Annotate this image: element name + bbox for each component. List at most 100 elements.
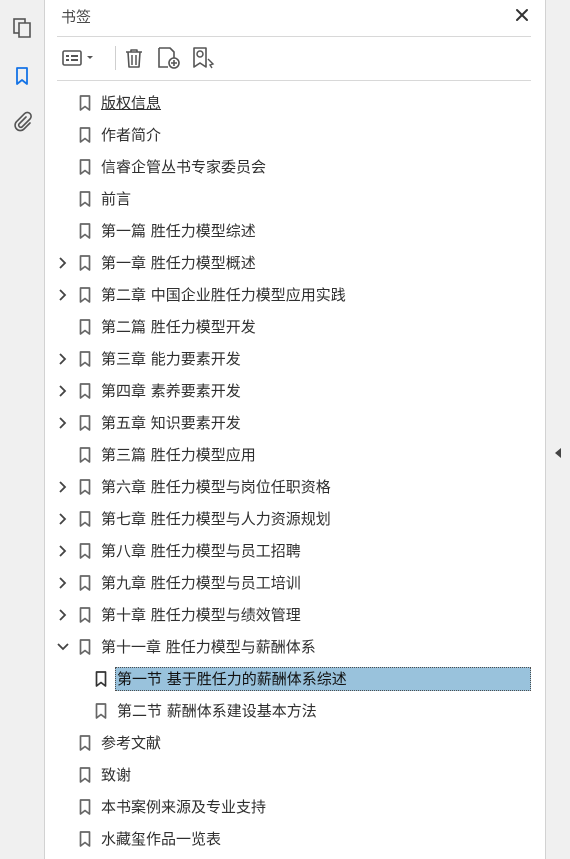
bookmark-icon <box>78 542 92 560</box>
chevron-down-icon[interactable] <box>55 639 71 655</box>
bookmark-icon <box>78 222 92 240</box>
bookmark-label[interactable]: 作者简介 <box>99 124 163 146</box>
chevron-right-icon[interactable] <box>55 415 71 431</box>
bookmark-icon <box>94 702 108 720</box>
bookmark-icon <box>78 318 92 336</box>
bookmark-row[interactable]: 信睿企管丛书专家委员会 <box>45 151 545 183</box>
bookmark-row[interactable]: 第七章 胜任力模型与人力资源规划 <box>45 503 545 535</box>
bookmark-row[interactable]: 版权信息 <box>45 87 545 119</box>
close-icon <box>516 9 528 21</box>
bookmark-label[interactable]: 第三篇 胜任力模型应用 <box>99 444 258 466</box>
bookmark-row[interactable]: 第二节 薪酬体系建设基本方法 <box>45 695 545 727</box>
attachments-button[interactable] <box>8 108 36 136</box>
bookmark-label[interactable]: 第一篇 胜任力模型综述 <box>99 220 258 242</box>
bookmark-label[interactable]: 第六章 胜任力模型与岗位任职资格 <box>99 476 333 498</box>
bookmark-row[interactable]: 第八章 胜任力模型与员工招聘 <box>45 535 545 567</box>
bookmark-icon <box>78 158 92 176</box>
bookmark-row[interactable]: 作者简介 <box>45 119 545 151</box>
bookmark-label[interactable]: 版权信息 <box>99 92 163 114</box>
bookmark-label[interactable]: 第二节 薪酬体系建设基本方法 <box>115 700 319 722</box>
bookmark-label[interactable]: 第一节 基于胜任力的薪酬体系综述 <box>115 667 531 691</box>
bookmark-icon <box>78 254 92 272</box>
triangle-left-icon <box>555 448 561 458</box>
bookmark-icon <box>78 414 92 432</box>
bookmark-icon <box>78 126 92 144</box>
chevron-right-icon[interactable] <box>55 479 71 495</box>
bookmark-label[interactable]: 致谢 <box>99 764 133 786</box>
bookmark-search-icon <box>193 47 215 69</box>
bookmark-row[interactable]: 第十一章 胜任力模型与薪酬体系 <box>45 631 545 663</box>
bookmark-label[interactable]: 第九章 胜任力模型与员工培训 <box>99 572 303 594</box>
toolbar-separator <box>115 46 116 70</box>
bookmark-row[interactable]: 第一章 胜任力模型概述 <box>45 247 545 279</box>
paperclip-icon <box>14 111 32 132</box>
bookmark-row[interactable]: 第一篇 胜任力模型综述 <box>45 215 545 247</box>
bookmark-row[interactable]: 第一节 基于胜任力的薪酬体系综述 <box>45 663 545 695</box>
title-divider <box>57 36 531 37</box>
bookmark-row[interactable]: 本书案例来源及专业支持 <box>45 791 545 823</box>
panel-splitter[interactable] <box>545 0 570 859</box>
delete-bookmark-button[interactable] <box>121 44 147 72</box>
bookmark-label[interactable]: 前言 <box>99 188 133 210</box>
bookmark-row[interactable]: 第五章 知识要素开发 <box>45 407 545 439</box>
chevron-right-icon[interactable] <box>55 543 71 559</box>
bookmark-row[interactable]: 第二篇 胜任力模型开发 <box>45 311 545 343</box>
bookmarks-panel: 书签 版权信息 作者简介 信睿企管丛书专家委员会 前言 第一篇 胜任力模型综述 … <box>45 0 545 859</box>
bookmark-icon <box>78 638 92 656</box>
pages-icon <box>13 18 31 38</box>
bookmark-row[interactable]: 水藏玺作品一览表 <box>45 823 545 855</box>
bookmark-row[interactable]: 第三章 能力要素开发 <box>45 343 545 375</box>
bookmark-label[interactable]: 第一章 胜任力模型概述 <box>99 252 258 274</box>
options-menu-button[interactable] <box>59 44 99 72</box>
bookmark-row[interactable]: 第六章 胜任力模型与岗位任职资格 <box>45 471 545 503</box>
find-bookmark-button[interactable] <box>189 44 217 72</box>
bookmark-icon <box>78 286 92 304</box>
bookmark-label[interactable]: 第十章 胜任力模型与绩效管理 <box>99 604 303 626</box>
bookmark-icon <box>78 798 92 816</box>
close-panel-button[interactable] <box>511 4 533 26</box>
trash-icon <box>126 49 142 68</box>
bookmark-icon <box>94 670 108 688</box>
bookmark-label[interactable]: 第五章 知识要素开发 <box>99 412 243 434</box>
options-list-icon <box>62 50 93 66</box>
chevron-right-icon[interactable] <box>55 511 71 527</box>
bookmark-label[interactable]: 本书案例来源及专业支持 <box>99 796 268 818</box>
chevron-right-icon[interactable] <box>55 351 71 367</box>
bookmark-icon <box>16 67 28 85</box>
bookmarks-button[interactable] <box>8 62 36 90</box>
bookmark-icon <box>78 510 92 528</box>
bookmark-label[interactable]: 第四章 素养要素开发 <box>99 380 243 402</box>
bookmark-row[interactable]: 致谢 <box>45 759 545 791</box>
bookmark-label[interactable]: 第二篇 胜任力模型开发 <box>99 316 258 338</box>
new-bookmark-icon <box>158 47 180 69</box>
bookmark-label[interactable]: 第十一章 胜任力模型与薪酬体系 <box>99 636 318 658</box>
chevron-right-icon[interactable] <box>55 383 71 399</box>
bookmark-icon <box>78 382 92 400</box>
chevron-right-icon[interactable] <box>55 287 71 303</box>
bookmark-icon <box>78 350 92 368</box>
chevron-right-icon[interactable] <box>55 255 71 271</box>
bookmark-label[interactable]: 信睿企管丛书专家委员会 <box>99 156 268 178</box>
bookmark-label[interactable]: 第三章 能力要素开发 <box>99 348 243 370</box>
chevron-right-icon[interactable] <box>55 575 71 591</box>
bookmark-label[interactable]: 水藏玺作品一览表 <box>99 828 223 850</box>
chevron-right-icon[interactable] <box>55 607 71 623</box>
bookmark-icon <box>78 734 92 752</box>
bookmark-icon <box>78 94 92 112</box>
toolbar-divider <box>57 80 531 81</box>
pages-button[interactable] <box>8 14 36 42</box>
bookmark-row[interactable]: 第二章 中国企业胜任力模型应用实践 <box>45 279 545 311</box>
bookmark-row[interactable]: 第三篇 胜任力模型应用 <box>45 439 545 471</box>
new-bookmark-button[interactable] <box>155 44 183 72</box>
bookmark-row[interactable]: 第十章 胜任力模型与绩效管理 <box>45 599 545 631</box>
bookmark-row[interactable]: 参考文献 <box>45 727 545 759</box>
collapse-panel-button[interactable] <box>552 446 564 460</box>
bookmark-label[interactable]: 参考文献 <box>99 732 163 754</box>
bookmark-label[interactable]: 第八章 胜任力模型与员工招聘 <box>99 540 303 562</box>
bookmark-row[interactable]: 第四章 素养要素开发 <box>45 375 545 407</box>
bookmark-row[interactable]: 第九章 胜任力模型与员工培训 <box>45 567 545 599</box>
bookmarks-toolbar <box>57 42 537 76</box>
bookmark-row[interactable]: 前言 <box>45 183 545 215</box>
bookmark-label[interactable]: 第七章 胜任力模型与人力资源规划 <box>99 508 333 530</box>
bookmark-label[interactable]: 第二章 中国企业胜任力模型应用实践 <box>99 284 348 306</box>
